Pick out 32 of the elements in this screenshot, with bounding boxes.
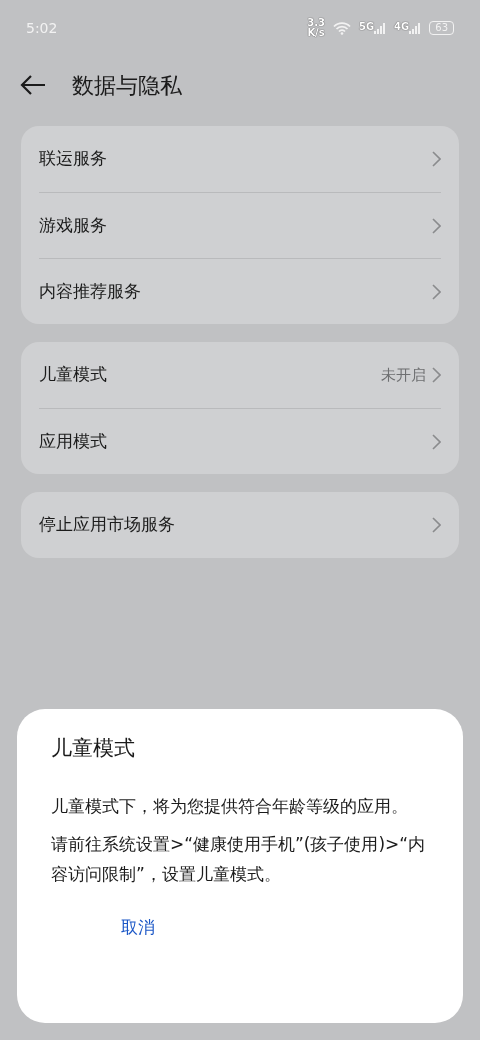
network-label: 4G [394, 22, 410, 32]
chevron-icon [432, 217, 441, 234]
chevron-icon [432, 283, 441, 300]
settings-row[interactable]: 内容推荐服务 [39, 258, 441, 324]
row-label: 停止应用市场服务 [39, 513, 176, 537]
chevron-icon [432, 151, 441, 167]
row-label: 应用模式 [39, 429, 108, 453]
settings-row[interactable]: 停止应用市场服务 [39, 492, 441, 558]
dialog-message: 儿童模式下，将为您提供符合年龄等级的应用。 [51, 794, 409, 818]
settings-row[interactable]: 游戏服务 [39, 192, 441, 258]
dialog-message: 请前往系统设置>“健康使用手机”(孩子使用)>“内容访问限制”，设置儿童模式。 [51, 832, 427, 886]
speed-unit: K/s [307, 28, 325, 38]
page-title: 数据与隐私 [72, 71, 182, 100]
dialog-title: 儿童模式 [51, 735, 136, 762]
cancel-button[interactable]: 取消 [111, 910, 165, 944]
network-label: 5G [358, 22, 375, 32]
settings-row[interactable]: 联运服务 [39, 126, 441, 192]
chevron-icon [432, 367, 441, 383]
back-icon[interactable] [20, 74, 46, 96]
chevron-icon [432, 433, 441, 450]
speed-value: 3.3 [307, 18, 325, 28]
signal-icon [409, 22, 422, 34]
settings-row[interactable]: 儿童模式 未开启 [39, 342, 441, 408]
row-value: 未开启 [381, 364, 426, 386]
row-label: 儿童模式 [39, 363, 108, 387]
row-label: 联运服务 [39, 147, 108, 171]
row-label: 内容推荐服务 [39, 279, 142, 303]
signal-icon [374, 22, 387, 34]
chevron-icon [432, 517, 441, 533]
row-label: 游戏服务 [39, 213, 108, 237]
settings-row[interactable]: 应用模式 [39, 408, 441, 474]
wifi-icon [332, 21, 351, 35]
